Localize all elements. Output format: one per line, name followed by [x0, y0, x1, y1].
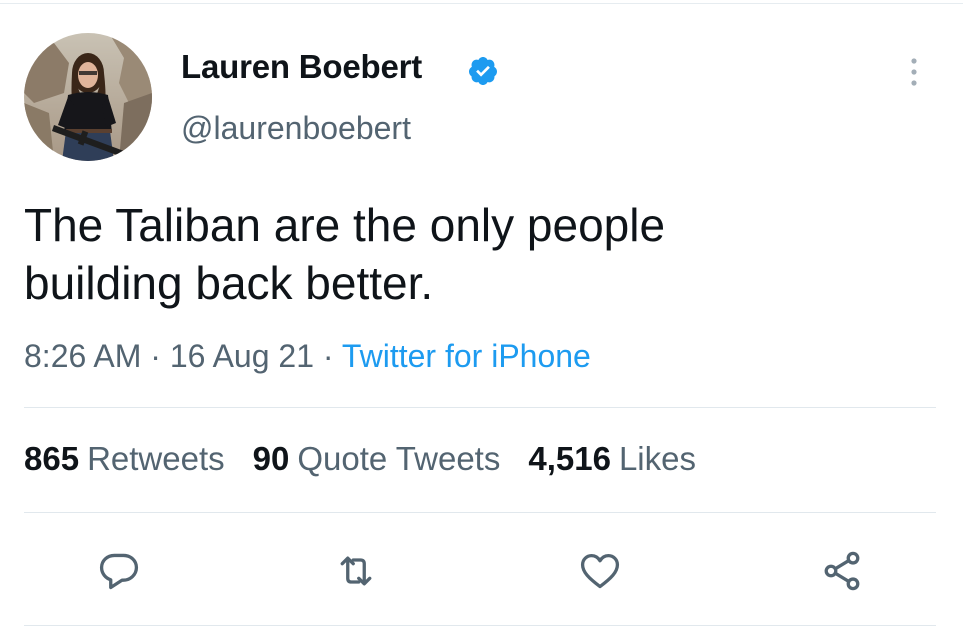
reply-button[interactable]	[97, 549, 141, 593]
retweets-count: 865	[24, 440, 80, 477]
avatar-photo	[24, 33, 152, 161]
meta-separator: ·	[150, 338, 161, 374]
quote-tweets-stat[interactable]: 90 Quote Tweets	[253, 440, 501, 478]
share-button[interactable]	[820, 549, 864, 593]
divider	[24, 512, 936, 513]
tweet-text-line: The Taliban are the only people	[24, 199, 666, 251]
divider	[24, 407, 936, 408]
tweet-stats: 865 Retweets 90 Quote Tweets 4,516 Likes	[24, 440, 724, 478]
tweet-text: The Taliban are the only people building…	[24, 196, 924, 312]
display-name[interactable]: Lauren Boebert	[181, 48, 422, 86]
quote-tweets-label: Quote Tweets	[297, 440, 501, 477]
tweet-date[interactable]: 16 Aug 21	[170, 338, 314, 374]
retweet-icon	[340, 556, 372, 586]
reply-icon	[99, 553, 139, 590]
share-icon	[824, 551, 860, 591]
likes-label: Likes	[618, 440, 696, 477]
divider	[24, 625, 936, 626]
meta-separator: ·	[322, 338, 334, 374]
quote-tweets-count: 90	[252, 440, 290, 477]
tweet-meta: 8:26 AM · 16 Aug 21 · Twitter for iPhone	[24, 338, 591, 375]
verified-badge-icon	[467, 55, 499, 87]
retweet-button[interactable]	[334, 549, 378, 593]
retweets-label: Retweets	[87, 440, 225, 477]
likes-count: 4,516	[528, 440, 611, 477]
tweet-card: Lauren Boebert @laurenboebert The Taliba…	[0, 0, 963, 629]
tweet-source-link[interactable]: Twitter for iPhone	[342, 338, 591, 374]
retweets-stat[interactable]: 865 Retweets	[24, 440, 225, 478]
more-vertical-icon[interactable]	[904, 56, 924, 88]
user-handle[interactable]: @laurenboebert	[181, 110, 411, 147]
avatar[interactable]	[24, 33, 152, 161]
likes-stat[interactable]: 4,516 Likes	[528, 440, 696, 478]
heart-icon	[580, 553, 620, 589]
tweet-text-line: building back better.	[24, 257, 434, 309]
tweet-time[interactable]: 8:26 AM	[24, 338, 141, 374]
like-button[interactable]	[578, 549, 622, 593]
